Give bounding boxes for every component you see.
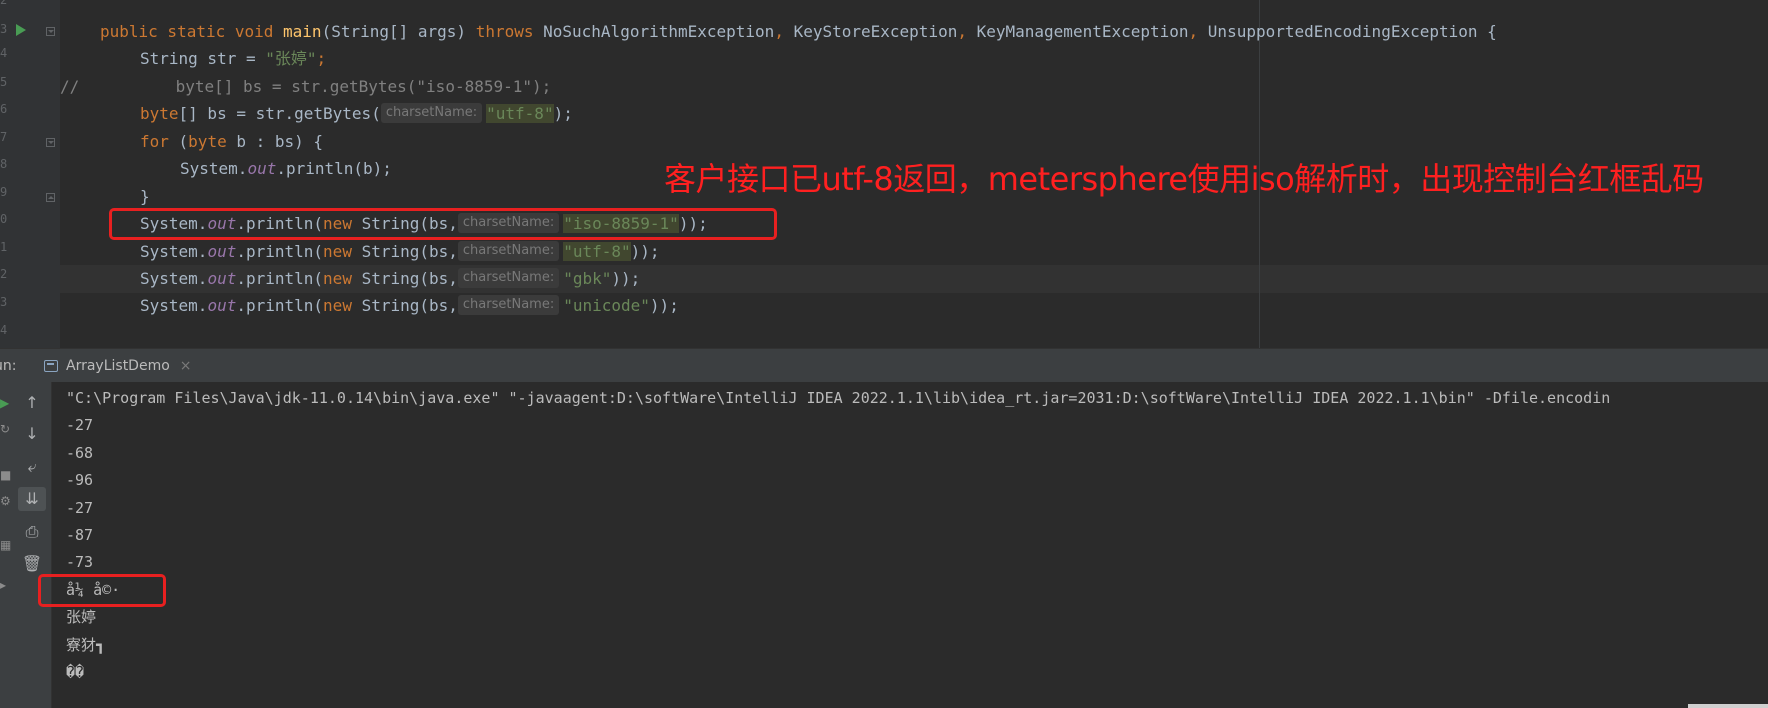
run-left-strip: ▶ ↻ ■ ⚙ ▦ ▸ (0, 382, 16, 708)
param-hint: charsetName: (457, 267, 560, 288)
console-output[interactable] (0, 382, 1768, 708)
code-line-close: } (140, 187, 150, 206)
line-number: 1 (0, 240, 8, 254)
param-hint: charsetName: (457, 240, 560, 261)
line-number: 3 (0, 22, 8, 36)
arrow-down-icon[interactable]: ↓ (18, 422, 46, 446)
pin-icon[interactable]: ▸ (0, 578, 10, 592)
run-label: un: (0, 358, 17, 374)
line-number: 8 (0, 157, 8, 171)
soft-wrap-icon[interactable]: ⤶ (18, 455, 46, 479)
console-line: �� (66, 663, 85, 681)
run-panel-header: un: ArrayListDemo × (0, 348, 1768, 382)
line-number: 2 (0, 0, 8, 7)
code-line-commented: // byte[] bs = str.getBytes("iso-8859-1"… (60, 77, 552, 96)
fold-icon[interactable] (46, 193, 55, 202)
code-line-for: for (byte b : bs) { (140, 132, 324, 151)
refresh-icon[interactable]: ↻ (0, 422, 10, 436)
fold-icon[interactable] (46, 138, 55, 147)
line-number: 7 (0, 130, 8, 144)
console-line: -27 (66, 499, 94, 517)
console-line: -96 (66, 471, 94, 489)
code-line-bytes: byte[] bs = str.getBytes(charsetName: "ut… (140, 102, 573, 123)
param-hint: charsetName: (380, 102, 483, 123)
scroll-to-end-icon[interactable]: ⇊ (18, 487, 46, 511)
line-number: 9 (0, 185, 8, 199)
annotation-text: 客户接口已utf-8返回，metersphere使用iso解析时，出现控制台红框… (664, 160, 1704, 198)
code-line-main: public static void main(String[] args) t… (100, 22, 1497, 41)
console-command-line: "C:\Program Files\Java\jdk-11.0.14\bin\j… (66, 389, 1611, 407)
print-icon[interactable]: ⎙ (18, 520, 46, 544)
code-line-unicode: System.out.println(new String(bs, charset… (140, 294, 679, 315)
code-line-gbk: System.out.println(new String(bs, charset… (140, 267, 641, 288)
trash-icon[interactable]: 🗑 (18, 552, 46, 576)
line-number: 6 (0, 102, 8, 116)
line-number: 4 (0, 323, 8, 337)
red-highlight-box (38, 574, 166, 607)
line-number: 5 (0, 75, 8, 89)
settings-icon[interactable]: ⚙ (0, 494, 11, 508)
layout-icon[interactable]: ▦ (0, 538, 11, 552)
line-number: 4 (0, 46, 8, 60)
console-line: -68 (66, 444, 94, 462)
line-number: 0 (0, 212, 8, 226)
run-main-icon[interactable] (16, 24, 26, 36)
stop-icon[interactable]: ■ (0, 468, 11, 482)
rerun-icon[interactable]: ▶ (0, 396, 10, 410)
line-number: 2 (0, 267, 8, 281)
param-hint: charsetName: (457, 294, 560, 315)
console-line: 寮犲┓ (66, 636, 106, 654)
red-highlight-box (109, 208, 777, 240)
editor-gutter (0, 0, 60, 348)
console-line: -87 (66, 526, 94, 544)
code-line-print-b: System.out.println(b); (180, 159, 392, 178)
line-number: 3 (0, 295, 8, 309)
code-line-str: String str = "张婷"; (140, 49, 327, 68)
resize-handle[interactable] (1688, 704, 1768, 708)
run-tab-label: ArrayListDemo (66, 358, 170, 374)
arrow-up-icon[interactable]: ↑ (18, 391, 46, 415)
console-line: -73 (66, 553, 94, 571)
run-tab[interactable]: ArrayListDemo × (44, 349, 192, 383)
console-line: -27 (66, 416, 94, 434)
console-tab-icon (44, 360, 58, 372)
close-icon[interactable]: × (180, 358, 192, 374)
console-line: 张婷 (66, 608, 97, 626)
fold-icon[interactable] (46, 27, 55, 36)
code-editor[interactable]: 2 3 4 5 6 7 8 9 0 1 2 3 4 public static … (0, 0, 1768, 348)
code-line-utf: System.out.println(new String(bs, charset… (140, 240, 660, 261)
